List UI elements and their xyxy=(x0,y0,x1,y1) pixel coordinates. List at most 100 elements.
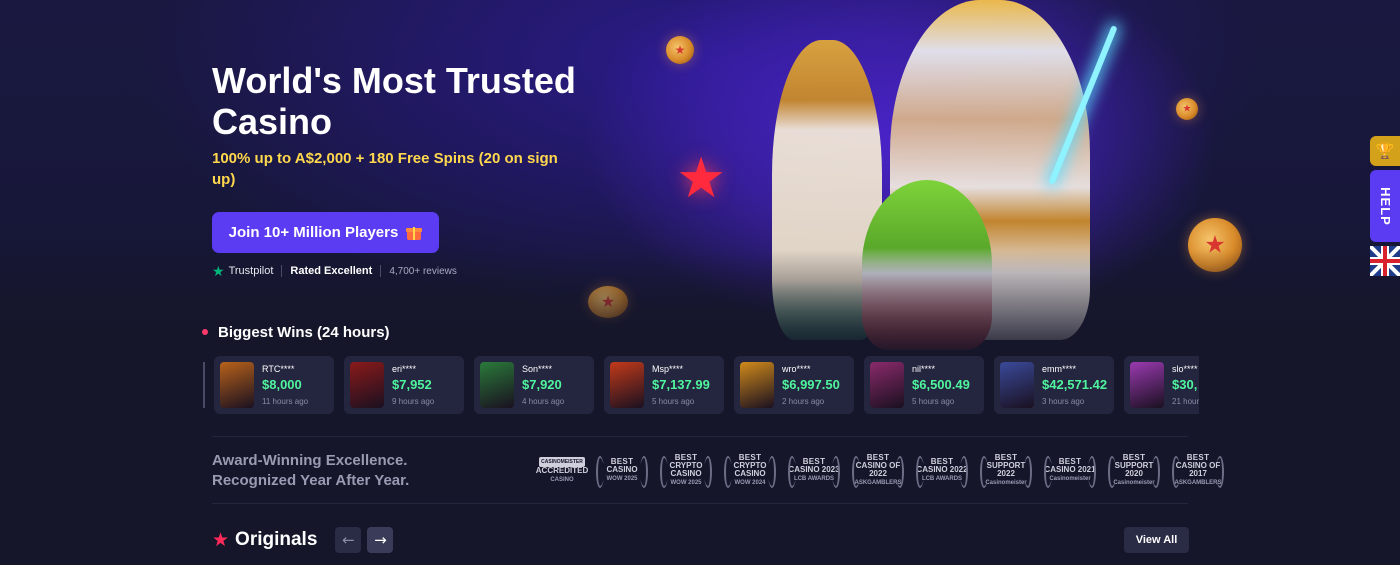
win-amount: $30, xyxy=(1172,377,1198,392)
next-button[interactable]: → xyxy=(367,527,394,553)
game-thumbnail xyxy=(1130,362,1164,408)
award-badge-sub: ASKGAMBLERS xyxy=(1174,479,1222,486)
win-card[interactable]: nil**** $6,500.49 5 hours ago xyxy=(864,356,984,414)
game-thumbnail xyxy=(350,362,384,408)
award-badge-sub: WOW 2024 xyxy=(734,479,766,486)
game-thumbnail xyxy=(220,362,254,408)
trustpilot-brand: Trustpilot xyxy=(228,265,274,277)
award-badge-main: CASINO 2022 xyxy=(916,464,968,474)
join-button[interactable]: Join 10+ Million Players xyxy=(212,212,439,253)
game-thumbnail xyxy=(610,362,644,408)
award-badge-sub: LCB AWARDS xyxy=(921,475,963,482)
win-card[interactable]: wro**** $6,997.50 2 hours ago xyxy=(734,356,854,414)
award-badge-sub: WOW 2025 xyxy=(670,479,702,486)
gift-icon xyxy=(406,225,423,240)
live-dot-icon xyxy=(202,329,208,335)
win-username: nil**** xyxy=(912,364,936,374)
award-badge: BEST CASINO OF 2022 ASKGAMBLERS xyxy=(850,452,906,488)
win-username: slo**** xyxy=(1172,364,1198,374)
award-badge-sub: Casinomeister xyxy=(1049,475,1091,482)
win-card[interactable]: eri**** $7,952 9 hours ago xyxy=(344,356,464,414)
trophy-icon: 🏆 xyxy=(1375,143,1395,160)
game-thumbnail xyxy=(740,362,774,408)
awards-text: Award-Winning Excellence. Recognized Yea… xyxy=(212,451,512,491)
biggest-wins-heading: Biggest Wins (24 hours) xyxy=(202,323,390,341)
award-badge: BEST CASINO WOW 2025 xyxy=(594,452,650,488)
award-badge-sub: CASINO xyxy=(550,476,574,483)
win-card[interactable]: Son**** $7,920 4 hours ago xyxy=(474,356,594,414)
win-time: 21 hours xyxy=(1172,397,1199,406)
award-badge-main: SUPPORT 2022 xyxy=(986,460,1026,478)
award-badge-main: CASINO OF 2017 xyxy=(1175,460,1221,478)
game-thumbnail xyxy=(870,362,904,408)
award-badge-main: CASINO 2021 xyxy=(1044,464,1096,474)
award-badge-main: CRYPTO CASINO xyxy=(669,460,703,478)
award-badge-sub: LCB AWARDS xyxy=(793,475,835,482)
win-amount: $7,952 xyxy=(392,377,432,392)
win-card[interactable]: emm**** $42,571.42 3 hours ago xyxy=(994,356,1114,414)
hero-title: World's Most Trusted Casino xyxy=(212,60,576,142)
win-amount: $7,137.99 xyxy=(652,377,710,392)
coin-icon xyxy=(666,36,694,64)
win-time: 2 hours ago xyxy=(782,397,825,406)
win-time: 4 hours ago xyxy=(522,397,565,406)
award-badge: BEST CRYPTO CASINO WOW 2025 xyxy=(658,452,714,488)
trophy-tab[interactable]: 🏆 xyxy=(1370,136,1400,166)
divider xyxy=(281,265,283,277)
win-username: Msp**** xyxy=(652,364,684,374)
biggest-wins-title: Biggest Wins (24 hours) xyxy=(218,323,390,341)
join-button-label: Join 10+ Million Players xyxy=(228,224,399,241)
game-thumbnail xyxy=(1000,362,1034,408)
win-time: 5 hours ago xyxy=(652,397,695,406)
trustpilot-star-icon: ★ xyxy=(212,263,225,279)
divider xyxy=(212,503,1188,504)
game-thumbnail xyxy=(480,362,514,408)
award-badge: CASINOMEISTER ACCREDITED CASINO xyxy=(535,452,589,488)
award-badge-top: CASINOMEISTER xyxy=(539,456,585,467)
award-badge: BEST CASINO 2021 Casinomeister xyxy=(1042,452,1098,488)
help-tab[interactable]: HELP xyxy=(1370,170,1400,242)
award-badge-main: CRYPTO CASINO xyxy=(733,460,767,478)
star-icon: ★ xyxy=(212,529,230,551)
award-badge-sub: Casinomeister xyxy=(1113,479,1155,486)
award-badge-main: CASINO OF 2022 xyxy=(855,460,901,478)
win-amount: $42,571.42 xyxy=(1042,377,1108,392)
award-badge: BEST SUPPORT 2022 Casinomeister xyxy=(978,452,1034,488)
win-amount: $8,000 xyxy=(262,377,302,392)
award-badge-main: CASINO 2023 xyxy=(788,464,840,474)
language-selector[interactable] xyxy=(1370,246,1400,276)
divider xyxy=(212,436,1188,437)
awards-badges: CASINOMEISTER ACCREDITED CASINO BEST CASINO W… xyxy=(535,452,1226,488)
win-username: emm**** xyxy=(1042,364,1077,374)
win-card[interactable]: Msp**** $7,137.99 5 hours ago xyxy=(604,356,724,414)
win-username: RTC**** xyxy=(262,364,295,374)
coin-icon xyxy=(1176,98,1198,120)
award-badge: BEST CASINO 2022 LCB AWARDS xyxy=(914,452,970,488)
win-card[interactable]: slo**** $30, 21 hours xyxy=(1124,356,1199,414)
award-badge-main: SUPPORT 2020 xyxy=(1114,460,1154,478)
win-username: Son**** xyxy=(522,364,553,374)
win-amount: $6,997.50 xyxy=(782,377,840,392)
win-time: 3 hours ago xyxy=(1042,397,1085,406)
hero-subtitle: 100% up to A$2,000 + 180 Free Spins (20 … xyxy=(212,150,558,188)
award-badge-main: CASINO xyxy=(606,464,638,474)
win-card[interactable]: RTC**** $8,000 11 hours ago xyxy=(214,356,334,414)
win-time: 5 hours ago xyxy=(912,397,955,406)
award-badge-sub: ASKGAMBLERS xyxy=(854,479,902,486)
trustpilot-rating-text: Rated Excellent xyxy=(290,265,373,277)
win-amount: $7,920 xyxy=(522,377,562,392)
hero-fade xyxy=(0,250,1400,360)
help-label: HELP xyxy=(1377,186,1393,226)
award-badge: BEST CRYPTO CASINO WOW 2024 xyxy=(722,452,778,488)
trustpilot-rating[interactable]: ★ Trustpilot Rated Excellent 4,700+ revi… xyxy=(212,263,457,279)
view-all-button[interactable]: View All xyxy=(1124,527,1189,553)
award-badge: BEST CASINO 2023 LCB AWARDS xyxy=(786,452,842,488)
award-badge-sub: WOW 2025 xyxy=(606,475,638,482)
awards-line-2: Recognized Year After Year. xyxy=(212,472,410,489)
award-badge-main: ACCREDITED xyxy=(535,465,589,475)
arrow-left-icon: ← xyxy=(342,531,355,549)
arrow-right-icon: → xyxy=(374,531,387,549)
award-badge: BEST CASINO OF 2017 ASKGAMBLERS xyxy=(1170,452,1226,488)
awards-line-1: Award-Winning Excellence. xyxy=(212,452,408,469)
previous-button[interactable]: ← xyxy=(335,527,362,553)
